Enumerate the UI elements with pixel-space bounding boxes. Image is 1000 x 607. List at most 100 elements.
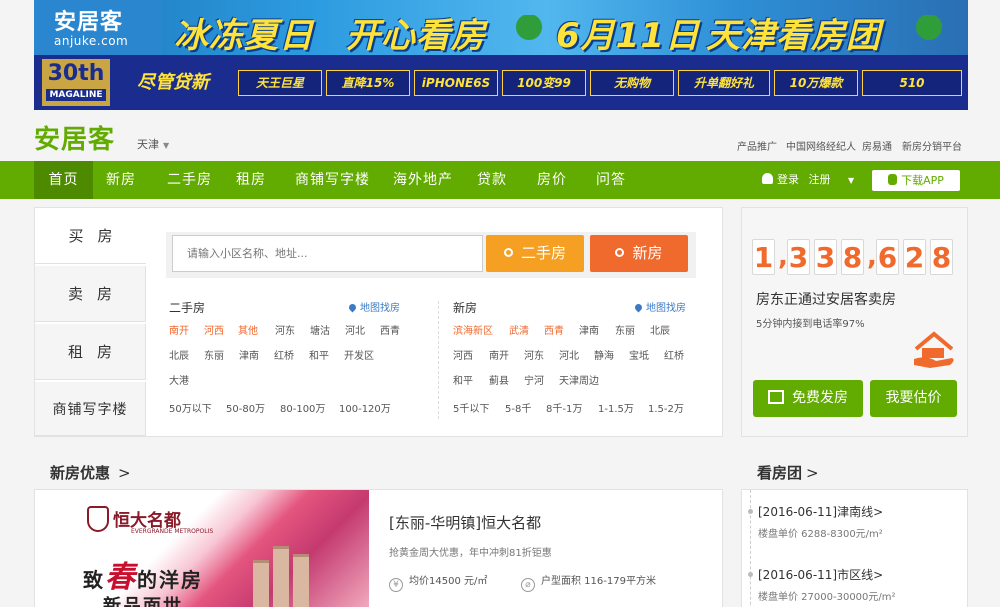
valuation-button[interactable]: 我要估价 — [870, 380, 957, 417]
download-app-button[interactable]: 下载APP — [872, 170, 960, 191]
price-range-link[interactable]: 100-120万 — [339, 400, 391, 415]
nav-item-overseas[interactable]: 海外地产 — [393, 161, 453, 199]
district-link[interactable]: 红桥 — [274, 347, 294, 362]
banner-ad[interactable]: 安居客 anjuke.com 冰冻夏日 开心看房 6月11日 天津看房团 30t… — [34, 0, 968, 110]
nav-item-qa[interactable]: 问答 — [596, 161, 626, 199]
tour-item-price: 楼盘单价 27000-30000元/m² — [758, 592, 896, 603]
district-link[interactable]: 蓟县 — [489, 372, 509, 387]
stats-title: 房东正通过安居客卖房 — [756, 292, 896, 308]
nav-item-rent[interactable]: 租房 — [236, 161, 266, 199]
district-link[interactable]: 东丽 — [204, 347, 224, 362]
banner-headline-2: 开心看房 — [346, 16, 486, 55]
tab-buy[interactable]: 买房 — [35, 208, 146, 264]
nav-item-new-homes[interactable]: 新房 — [106, 161, 136, 199]
tour-header[interactable]: 看房团 > — [757, 462, 819, 483]
district-link[interactable]: 河西 — [204, 322, 224, 337]
map-link-label: 地图找房 — [360, 303, 400, 314]
property-promo: 抢黄金周大优惠，年中冲刺81折钜惠 — [389, 548, 552, 559]
nav-item-second-hand[interactable]: 二手房 — [167, 161, 212, 199]
second-hand-map-link[interactable]: 地图找房 — [347, 299, 400, 314]
login-link[interactable]: 登录 — [777, 173, 799, 186]
district-link[interactable]: 南开 — [169, 322, 189, 337]
district-link[interactable]: 宝坻 — [629, 347, 649, 362]
district-link[interactable]: 静海 — [594, 347, 614, 362]
house-icon — [768, 390, 784, 404]
district-link[interactable]: 和平 — [309, 347, 329, 362]
property-price: ¥ 均价14500 元/㎡ — [389, 572, 487, 592]
district-link[interactable]: 河东 — [275, 322, 295, 337]
district-link[interactable]: 天津周边 — [559, 372, 599, 387]
city-name: 天津 — [137, 138, 159, 151]
district-link[interactable]: 河北 — [345, 322, 365, 337]
ad-slogan-big: 春 — [105, 560, 137, 595]
property-ad-image[interactable]: 恒大名都 EVERGRANDE METROPOLIS 致春的洋房 新品面世 — [53, 490, 369, 607]
promo-tile: 直降15% — [326, 70, 410, 96]
nav-item-home[interactable]: 首页 — [34, 161, 93, 199]
price-range-link[interactable]: 5千以下 — [453, 400, 489, 415]
new-deals-header[interactable]: 新房优惠 > — [50, 462, 131, 483]
price-range-link[interactable]: 8千-1万 — [546, 400, 582, 415]
district-link[interactable]: 东丽 — [615, 322, 635, 337]
map-link-label: 地图找房 — [646, 303, 686, 314]
district-link[interactable]: 大港 — [169, 372, 189, 387]
banner-bottom[interactable]: 30th MAGALINE 尽管贷新 天王巨星 直降15% iPHONE6S 1… — [34, 55, 968, 110]
tour-list: [2016-06-11]津南线> 楼盘单价 6288-8300元/m² [201… — [741, 489, 968, 607]
search-second-hand-button[interactable]: 二手房 — [486, 235, 584, 272]
district-link[interactable]: 河东 — [524, 347, 544, 362]
banner-top[interactable]: 安居客 anjuke.com 冰冻夏日 开心看房 6月11日 天津看房团 — [34, 0, 968, 55]
district-link[interactable]: 西青 — [544, 322, 564, 337]
free-post-button[interactable]: 免费发房 — [753, 380, 863, 417]
district-link[interactable]: 宁河 — [524, 372, 544, 387]
free-post-label: 免费发房 — [792, 390, 848, 406]
chevron-down-icon: ▼ — [163, 141, 170, 150]
tour-item-title[interactable]: [2016-06-11]市区线> — [758, 566, 883, 583]
district-link[interactable]: 西青 — [380, 322, 400, 337]
banner-date: 6月11日 — [556, 16, 700, 55]
property-title[interactable]: [东丽-华明镇]恒大名都 — [389, 512, 541, 533]
district-link[interactable]: 河西 — [453, 347, 473, 362]
nav-item-commercial[interactable]: 商铺写字楼 — [295, 161, 370, 199]
nav-item-loan[interactable]: 贷款 — [477, 161, 507, 199]
search-input[interactable] — [172, 235, 483, 272]
district-link[interactable]: 和平 — [453, 372, 473, 387]
nav-item-price[interactable]: 房价 — [537, 161, 567, 199]
district-link[interactable]: 河北 — [559, 347, 579, 362]
tab-sell[interactable]: 卖房 — [35, 266, 146, 322]
city-selector[interactable]: 天津 ▼ — [137, 136, 169, 152]
price-range-link[interactable]: 50-80万 — [226, 400, 265, 415]
district-link[interactable]: 开发区 — [344, 347, 374, 362]
district-link[interactable]: 南开 — [489, 347, 509, 362]
tour-item-title[interactable]: [2016-06-11]津南线> — [758, 503, 883, 520]
district-link[interactable]: 红桥 — [664, 347, 684, 362]
new-home-map-link[interactable]: 地图找房 — [633, 299, 686, 314]
district-link[interactable]: 滨海新区 — [453, 322, 493, 337]
district-link[interactable]: 其他 — [238, 322, 258, 337]
toplink-promo[interactable]: 产品推广 — [737, 138, 777, 153]
promo-tile: 天王巨星 — [238, 70, 322, 96]
tab-rent[interactable]: 租房 — [35, 324, 146, 380]
new-home-card[interactable]: 恒大名都 EVERGRANDE METROPOLIS 致春的洋房 新品面世 [东… — [34, 489, 723, 607]
toplink-distribution[interactable]: 新房分销平台 — [902, 138, 962, 153]
tab-commercial[interactable]: 商铺写字楼 — [35, 382, 146, 436]
site-logo[interactable]: 安居客 — [34, 119, 115, 156]
chevron-down-icon[interactable]: ▼ — [848, 176, 854, 185]
toplink-broker[interactable]: 中国网络经纪人 — [786, 138, 856, 153]
price-range-link[interactable]: 80-100万 — [280, 400, 325, 415]
seller-stats-panel: 1 , 3 3 8 , 6 2 8 房东正通过安居客卖房 5分钟内接到电话率97… — [741, 207, 968, 437]
district-link[interactable]: 北辰 — [650, 322, 670, 337]
district-link[interactable]: 武清 — [509, 322, 529, 337]
register-link[interactable]: 注册 — [809, 173, 831, 186]
toplink-fangyitong[interactable]: 房易通 — [862, 138, 892, 153]
district-link[interactable]: 津南 — [579, 322, 599, 337]
price-range-link[interactable]: 1-1.5万 — [598, 400, 634, 415]
search-new-home-button[interactable]: 新房 — [590, 235, 688, 272]
price-range-link[interactable]: 5-8千 — [505, 400, 531, 415]
price-range-link[interactable]: 50万以下 — [169, 400, 212, 415]
price-range-link[interactable]: 1.5-2万 — [648, 400, 684, 415]
promo-tile: 510 — [862, 70, 962, 96]
district-link[interactable]: 津南 — [239, 347, 259, 362]
district-link[interactable]: 塘沽 — [310, 322, 330, 337]
district-link[interactable]: 北辰 — [169, 347, 189, 362]
counter-digit: 1 — [752, 239, 775, 275]
search-panel: 买房 卖房 租房 商铺写字楼 二手房 新房 二手房 地图找房 南开 河西 其他 … — [34, 207, 723, 437]
